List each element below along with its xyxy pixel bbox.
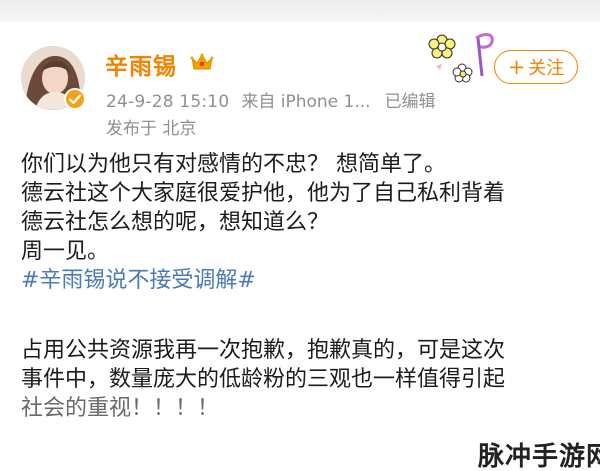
post-line: 德云社这个大家庭很爱护他，他为了自己私利背着 bbox=[21, 181, 506, 206]
post-line: 你们以为他只有对感情的不忠？ 想简单了。 bbox=[21, 152, 446, 177]
top-band bbox=[0, 0, 600, 22]
post-meta: 24-9-28 15:10 来自 iPhone 1... 已编辑 bbox=[106, 87, 436, 112]
follow-button[interactable]: + 关注 bbox=[494, 50, 578, 84]
post-source: 来自 iPhone 1... bbox=[241, 92, 371, 112]
verified-badge-icon bbox=[64, 88, 86, 110]
post-line: 德云社怎么想的呢，想知道么？ bbox=[21, 210, 330, 235]
plus-icon: + bbox=[507, 54, 526, 79]
follow-label: 关注 bbox=[528, 58, 565, 79]
crown-icon bbox=[190, 53, 214, 70]
post-line: 社会的重视！！！！ bbox=[21, 396, 220, 421]
edited-label[interactable]: 已编辑 bbox=[385, 92, 436, 112]
post-body: 你们以为他只有对感情的不忠？ 想简单了。 德云社这个大家庭很爱护他，他为了自己私… bbox=[21, 150, 591, 423]
flower-decoration-icon bbox=[428, 33, 494, 83]
post-location: 发布于 北京 bbox=[106, 119, 197, 139]
post-line: 周一见。 bbox=[21, 239, 110, 264]
post-timestamp: 24-9-28 15:10 bbox=[106, 92, 230, 112]
watermark: 脉冲手游网 bbox=[478, 442, 600, 471]
hashtag-link[interactable]: #辛雨锡说不接受调解# bbox=[21, 266, 591, 295]
post-line: 占用公共资源我再一次抱歉，抱歉真的，可是这次 bbox=[21, 338, 506, 363]
author-name[interactable]: 辛雨锡 bbox=[105, 47, 177, 81]
post-line: 事件中，数量庞大的低龄粉的三观也一样值得引起 bbox=[21, 367, 506, 392]
